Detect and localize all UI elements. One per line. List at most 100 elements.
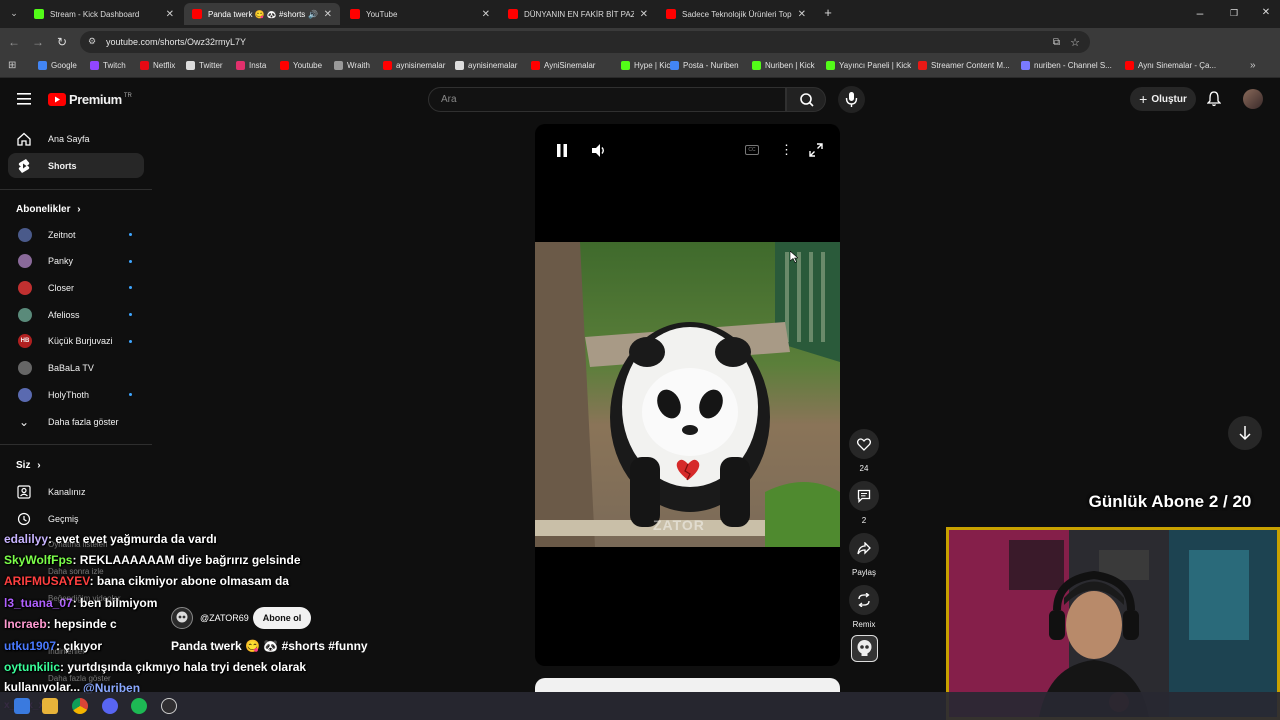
spotify-icon[interactable] (131, 698, 147, 714)
bookmark-label: Twitter (199, 61, 223, 70)
home-icon (16, 131, 32, 147)
bookmark-item[interactable]: Streamer Content M... (918, 61, 1010, 70)
like-button[interactable]: 24 (849, 429, 879, 473)
bookmark-label: Posta - Nuriben (683, 61, 739, 70)
tab-kick-dashboard[interactable]: Stream - Kick Dashboard ✕ (26, 3, 182, 25)
bookmark-item[interactable]: Wraith (334, 61, 370, 70)
next-short-button[interactable] (1228, 416, 1262, 450)
speaker-icon[interactable]: 🔊 (308, 10, 318, 19)
bookmark-item[interactable]: Youtube (280, 61, 322, 70)
bookmark-item[interactable]: aynisinemalar (383, 61, 445, 70)
bookmark-favicon-icon (280, 61, 289, 70)
voice-search-button[interactable] (838, 86, 865, 113)
sidebar-item-shorts[interactable]: Shorts (8, 153, 144, 178)
bookmark-item[interactable]: Nuriben | Kick (752, 61, 815, 70)
remix-button[interactable]: Remix (849, 585, 879, 629)
url-text: youtube.com/shorts/Owz32rmyL7Y (106, 37, 247, 47)
create-button[interactable]: + Oluştur (1130, 87, 1196, 111)
comments-button[interactable]: 2 (849, 481, 879, 525)
bookmark-item[interactable]: Posta - Nuriben (670, 61, 739, 70)
reload-icon[interactable]: ↻ (54, 34, 70, 50)
bookmark-item[interactable]: Yayıncı Paneli | Kick (826, 61, 911, 70)
sidebar-faded-item: İndirilenler (48, 647, 85, 656)
sound-avatar[interactable] (851, 635, 878, 662)
close-window-button[interactable]: ✕ (1258, 5, 1274, 21)
bookmark-label: nuriben - Channel S... (1034, 61, 1112, 70)
tab-dunyanin[interactable]: DÜNYANIN EN FAKİR BİT PAZAR ✕ (500, 3, 656, 25)
sidebar-item-channel[interactable]: Kanalınız (8, 479, 144, 504)
bookmark-label: aynisinemalar (468, 61, 518, 70)
sidebar-subscription-item[interactable]: HolyThoth (8, 382, 144, 407)
volume-icon[interactable] (591, 143, 607, 163)
sidebar-subscription-item[interactable]: HB Küçük Burjuvazi (8, 329, 144, 354)
hamburger-menu-icon[interactable] (17, 92, 31, 105)
sidebar-subscription-item[interactable]: Zeitnot (8, 222, 144, 247)
star-icon[interactable]: ☆ (1070, 36, 1080, 49)
sidebar-subscription-item[interactable]: Closer (8, 275, 144, 300)
tab-teknolojik[interactable]: Sadece Teknolojik Ürünleri Top ✕ (658, 3, 814, 25)
install-icon[interactable]: ⧉ (1053, 37, 1060, 48)
close-icon[interactable]: ✕ (166, 9, 174, 20)
search-input[interactable]: Ara (428, 87, 786, 112)
tab-youtube[interactable]: YouTube ✕ (342, 3, 498, 25)
chrome-icon[interactable] (72, 698, 88, 714)
sidebar-subscription-item[interactable]: Panky (8, 249, 144, 274)
file-explorer-icon[interactable] (42, 698, 58, 714)
bookmark-item[interactable]: Twitch (90, 61, 126, 70)
bookmark-label: Hype | Kick (634, 61, 675, 70)
pause-icon[interactable] (556, 144, 568, 162)
show-more-button[interactable]: ⌄ Daha fazla göster (8, 409, 144, 434)
tab-panda-twerk[interactable]: Panda twerk 😋 🐼 #shorts 🔊 ✕ (184, 3, 340, 25)
apps-grid-icon[interactable]: ⊞ (8, 60, 16, 71)
close-icon[interactable]: ✕ (798, 9, 806, 20)
chat-username: edalilyy (4, 532, 49, 546)
account-avatar[interactable] (1243, 89, 1263, 109)
search-button[interactable] (786, 87, 826, 112)
notifications-bell-icon[interactable] (1206, 91, 1222, 112)
obs-icon[interactable] (161, 698, 177, 714)
channel-avatar[interactable] (171, 607, 193, 629)
chat-text: : bana cikmiyor abone olmasam da (89, 574, 289, 588)
channel-name[interactable]: @ZATOR69 (200, 613, 249, 623)
url-field[interactable]: ⚙ youtube.com/shorts/Owz32rmyL7Y ⧉ ☆ (80, 31, 1090, 53)
discord-icon[interactable] (102, 698, 118, 714)
fullscreen-icon[interactable] (809, 143, 823, 162)
video-frame[interactable]: ZATOR (535, 242, 840, 547)
sidebar-faded-item: Daha fazla göster (48, 674, 111, 683)
you-heading[interactable]: Siz › (16, 460, 41, 471)
subscribe-button[interactable]: Abone ol (253, 607, 311, 629)
youtube-logo[interactable]: Premium TR (48, 92, 132, 107)
shorts-player[interactable]: CC ⋮ ZATOR (535, 124, 840, 666)
site-info-icon[interactable]: ⚙ (88, 36, 98, 46)
share-button[interactable]: Paylaş (849, 533, 879, 577)
minimize-button[interactable]: – (1192, 5, 1208, 21)
sidebar-item-home[interactable]: Ana Sayfa (8, 126, 144, 151)
next-short-preview[interactable] (535, 678, 840, 692)
close-icon[interactable]: ✕ (324, 9, 332, 20)
panda-video-image (535, 242, 840, 547)
bookmark-item[interactable]: Twitter (186, 61, 223, 70)
sidebar-subscription-item[interactable]: BaBaLa TV (8, 356, 144, 381)
more-options-icon[interactable]: ⋮ (780, 142, 793, 158)
close-icon[interactable]: ✕ (640, 9, 648, 20)
bookmark-item[interactable]: Aynı Sinemalar - Ça... (1125, 61, 1216, 70)
more-bookmarks-icon[interactable]: » (1250, 60, 1256, 71)
maximize-button[interactable]: ❐ (1226, 5, 1242, 21)
sidebar-subscription-item[interactable]: Afelioss (8, 302, 144, 327)
bookmark-item[interactable]: Netflix (140, 61, 175, 70)
close-icon[interactable]: ✕ (482, 9, 490, 20)
windows-start-icon[interactable] (14, 698, 30, 714)
back-icon[interactable]: ← (6, 34, 22, 50)
bookmark-item[interactable]: AyniSinemalar (531, 61, 595, 70)
new-tab-button[interactable]: + (820, 5, 836, 21)
bookmark-item[interactable]: nuriben - Channel S... (1021, 61, 1112, 70)
captions-icon[interactable]: CC (745, 145, 759, 155)
bookmark-item[interactable]: Insta (236, 61, 266, 70)
subscriptions-heading[interactable]: Abonelikler › (16, 204, 81, 215)
bookmark-item[interactable]: Hype | Kick (621, 61, 674, 70)
sidebar-item-history[interactable]: Geçmiş (8, 506, 144, 531)
forward-icon[interactable]: → (30, 34, 46, 50)
tab-list-icon[interactable]: ⌄ (6, 5, 22, 21)
bookmark-item[interactable]: aynisinemalar (455, 61, 517, 70)
bookmark-item[interactable]: Google (38, 61, 77, 70)
